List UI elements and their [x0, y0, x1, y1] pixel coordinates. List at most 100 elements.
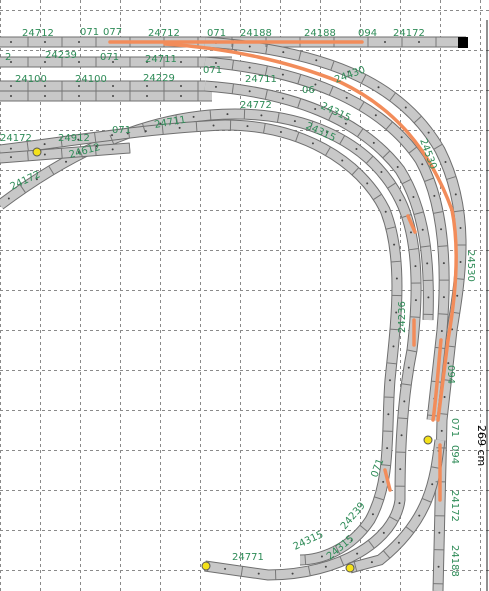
track-curve-innermost[interactable] [0, 119, 403, 566]
track-label: 24530 [465, 250, 476, 282]
marker-point[interactable] [32, 147, 42, 157]
track-label: 071 [449, 418, 460, 437]
track-center-dot [355, 148, 358, 151]
track-center-dot [315, 59, 318, 62]
track-label: 24188 [449, 545, 460, 577]
track-center-dot [421, 228, 424, 231]
track-center-dot [387, 413, 390, 416]
track-center-dot [377, 86, 380, 89]
track-center-dot [366, 182, 369, 185]
track-label: 24172 [393, 28, 425, 39]
track-center-dot [10, 41, 12, 43]
track-center-dot [178, 126, 181, 129]
track-center-dot [409, 231, 412, 234]
track-plan-canvas[interactable]: 269 cm 24712 071 077 24712 071 24188 241… [0, 0, 489, 591]
track-center-dot [180, 61, 182, 63]
track-center-dot [248, 45, 251, 48]
track-center-dot [388, 379, 391, 382]
track-center-dot [44, 85, 46, 87]
track-label: 094 [358, 28, 377, 39]
track-center-dot [281, 97, 284, 100]
track-center-dot [440, 429, 443, 432]
track-center-dot [374, 114, 377, 117]
track-label: 24772 [240, 100, 272, 111]
track-center-dot [395, 277, 398, 280]
track-center-dot [224, 567, 227, 570]
track-joint [195, 121, 198, 132]
track-center-dot [414, 265, 417, 268]
dimension-indicator: 269 cm [475, 20, 488, 591]
track-label: 24236 [397, 301, 408, 333]
track-center-dot [341, 159, 344, 162]
track-center-dot [356, 552, 359, 555]
track-center-dot [44, 41, 46, 43]
track-center-dot [426, 262, 429, 265]
track-center-dot [407, 366, 410, 369]
track-center-dot [421, 163, 424, 166]
track-center-dot [444, 160, 447, 163]
track-center-dot [443, 395, 446, 398]
track-label: 24771 [232, 552, 264, 563]
track-center-dot [393, 243, 396, 246]
track-center-dot [78, 85, 80, 87]
track-center-dot [433, 194, 436, 197]
track-center-dot [418, 41, 420, 43]
track-center-dot [291, 572, 294, 575]
track-center-dot [293, 120, 296, 123]
track-label: 071 [207, 28, 226, 39]
track-center-dot [386, 447, 389, 450]
track-label: 24712 [148, 28, 180, 39]
marker-point[interactable] [201, 561, 211, 571]
track-center-dot [320, 555, 323, 558]
track-center-dot [246, 125, 249, 128]
track-center-dot [180, 85, 182, 87]
track-center-dot [9, 147, 12, 150]
track-center-dot [396, 166, 399, 169]
track-center-dot [456, 294, 459, 297]
marker-point[interactable] [345, 563, 355, 573]
track-center-dot [403, 400, 406, 403]
track-label: 24188 [304, 28, 336, 39]
track-center-dot [44, 95, 46, 97]
track-center-dot [427, 131, 430, 134]
track-center-dot [382, 480, 385, 483]
track-center-dot [10, 95, 12, 97]
track-label: 24315 [292, 529, 325, 552]
track-center-dot [412, 196, 415, 199]
track-center-dot [282, 51, 285, 54]
track-center-dot [437, 565, 440, 568]
track-center-dot [371, 513, 374, 516]
track-label: 24712 [22, 28, 54, 39]
marker-point[interactable] [423, 435, 433, 445]
track-label: 06 [302, 85, 315, 96]
track-center-dot [400, 434, 403, 437]
dimension-label: 269 cm [475, 425, 488, 466]
track-center-dot [180, 95, 182, 97]
track-label: 071 [112, 125, 131, 136]
track-center-dot [399, 468, 402, 471]
track-center-dot [146, 95, 148, 97]
track-label: 24239 [45, 50, 77, 61]
track-center-dot [440, 330, 443, 333]
track-center-dot [382, 531, 385, 534]
track-center-dot [144, 130, 147, 133]
track-center-dot [400, 136, 403, 139]
track-label: 24711 [245, 74, 277, 85]
buffer-stop [458, 37, 468, 48]
track-label: 24229 [143, 73, 175, 84]
track-center-dot [399, 199, 402, 202]
track-center-dot [372, 141, 375, 144]
track-center-dot [214, 62, 217, 65]
track-center-dot [345, 96, 348, 99]
track-center-dot [459, 260, 462, 263]
track-label: 2 [5, 52, 11, 63]
track-center-dot [314, 108, 317, 111]
track-center-dot [212, 124, 215, 127]
track-label: 071 [100, 52, 119, 63]
track-center-dot [78, 61, 80, 63]
track-center-dot [459, 226, 462, 229]
track-center-dot [192, 115, 195, 118]
track-center-dot [404, 106, 407, 109]
track-label: 24100 [75, 74, 107, 85]
track-center-dot [226, 113, 229, 116]
